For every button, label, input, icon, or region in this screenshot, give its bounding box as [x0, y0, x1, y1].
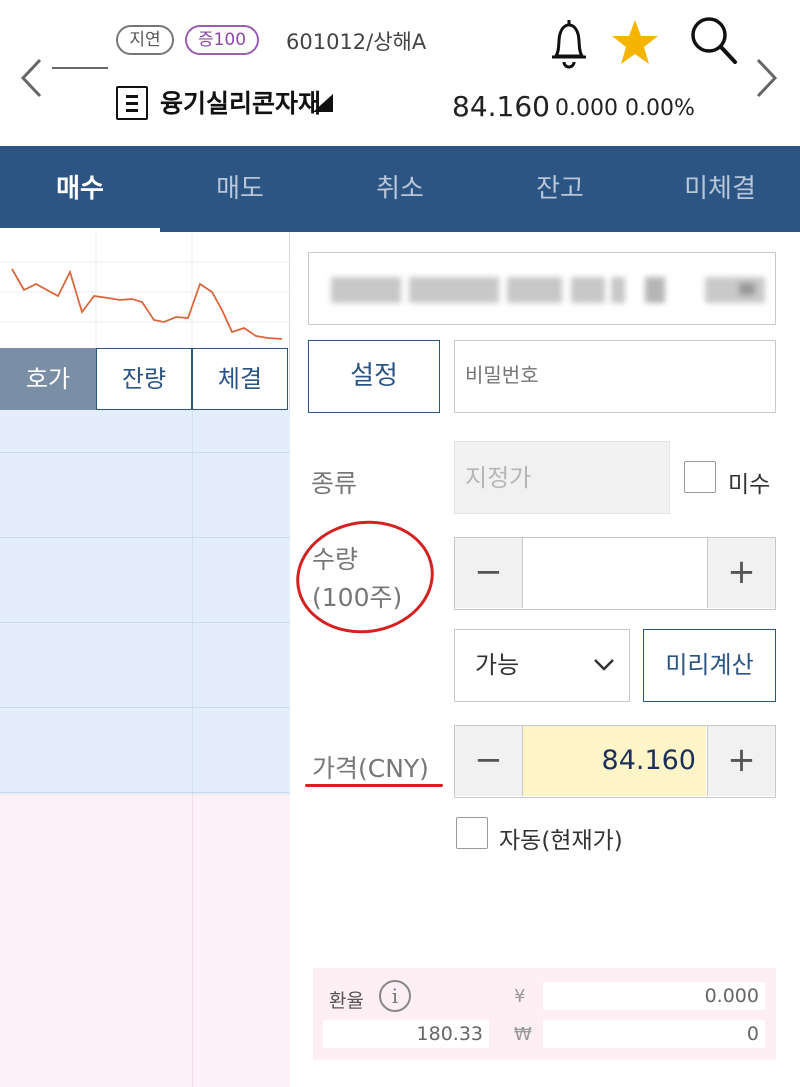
- yuan-amount: 0.000: [543, 982, 765, 1010]
- unpaid-checkbox[interactable]: [684, 461, 716, 493]
- annotation-circle: [288, 511, 442, 643]
- yuan-symbol: ¥: [514, 986, 526, 1007]
- account-setting-button[interactable]: 설정: [308, 340, 440, 413]
- subtab-executed[interactable]: 체결: [192, 348, 288, 410]
- chevron-down-icon: [594, 659, 614, 671]
- won-symbol: ₩: [514, 1024, 532, 1045]
- tab-buy[interactable]: 매수: [0, 146, 160, 232]
- chevron-left-icon[interactable]: [20, 58, 42, 98]
- order-type-label: 종류: [311, 469, 358, 498]
- order-type-field[interactable]: 지정가: [454, 441, 670, 514]
- auto-price-label: 자동(현재가): [499, 828, 623, 854]
- ask-quotes-area: [0, 410, 290, 795]
- price-decrease-button[interactable]: −: [455, 726, 523, 796]
- price-label: 가격(CNY): [312, 754, 429, 783]
- unpaid-label: 미수: [728, 472, 771, 498]
- won-amount: 0: [543, 1020, 765, 1048]
- margin-level-badge: 증100: [185, 25, 259, 55]
- quantity-increase-button[interactable]: +: [707, 538, 775, 608]
- current-price: 84.160: [452, 90, 550, 123]
- price-input[interactable]: 84.160: [523, 726, 706, 796]
- precalculate-button[interactable]: 미리계산: [643, 629, 776, 702]
- header: 지연 증100 601012/상해A 융기실리콘자재 84.160 0.000 …: [0, 0, 800, 146]
- annotation-underline: [305, 784, 443, 787]
- bell-icon[interactable]: [548, 16, 590, 70]
- quantity-stepper: − +: [454, 537, 776, 610]
- price-stepper: − 84.160 +: [454, 725, 776, 798]
- orderbook-subtabs: 호가 잔량 체결: [0, 348, 288, 410]
- delay-badge: 지연: [116, 25, 174, 55]
- available-option-label: 가능: [475, 651, 520, 679]
- tab-cancel[interactable]: 취소: [320, 146, 480, 232]
- price-change-rate: 0.00%: [625, 96, 695, 121]
- stock-list-icon[interactable]: [116, 86, 148, 120]
- stock-name[interactable]: 융기실리콘자재: [160, 84, 321, 120]
- exchange-rate-panel: 환율 i 180.33 ¥ ₩ 0.000 0: [313, 968, 776, 1060]
- password-input[interactable]: [454, 340, 776, 413]
- account-selector[interactable]: [308, 252, 776, 325]
- order-tab-bar: 매수 매도 취소 잔고 미체결: [0, 146, 800, 232]
- price-change: 0.000: [555, 96, 618, 121]
- mini-price-chart: [0, 232, 290, 348]
- stock-code: 601012/상해A: [286, 30, 427, 54]
- divider-dash: [52, 67, 108, 69]
- orderbook-panel: 호가 잔량 체결: [0, 232, 290, 1087]
- quantity-decrease-button[interactable]: −: [455, 538, 523, 608]
- tab-sell[interactable]: 매도: [160, 146, 320, 232]
- price-increase-button[interactable]: +: [707, 726, 775, 796]
- tab-unfilled[interactable]: 미체결: [640, 146, 800, 232]
- available-quantity-select[interactable]: 가능: [454, 629, 630, 702]
- search-icon[interactable]: [688, 14, 738, 66]
- chevron-right-icon[interactable]: [756, 58, 778, 98]
- bid-quotes-area: [0, 795, 290, 1087]
- auto-price-checkbox[interactable]: [456, 817, 488, 849]
- subtab-remaining[interactable]: 잔량: [96, 348, 192, 410]
- dropdown-triangle-icon[interactable]: [313, 94, 333, 112]
- exchange-rate-value: 180.33: [323, 1020, 489, 1048]
- info-icon[interactable]: i: [379, 980, 411, 1012]
- subtab-quote[interactable]: 호가: [0, 348, 96, 410]
- favorite-star-icon[interactable]: [610, 18, 660, 68]
- quantity-input[interactable]: [523, 538, 706, 608]
- exchange-rate-label: 환율: [329, 990, 364, 1012]
- tab-balance[interactable]: 잔고: [480, 146, 640, 232]
